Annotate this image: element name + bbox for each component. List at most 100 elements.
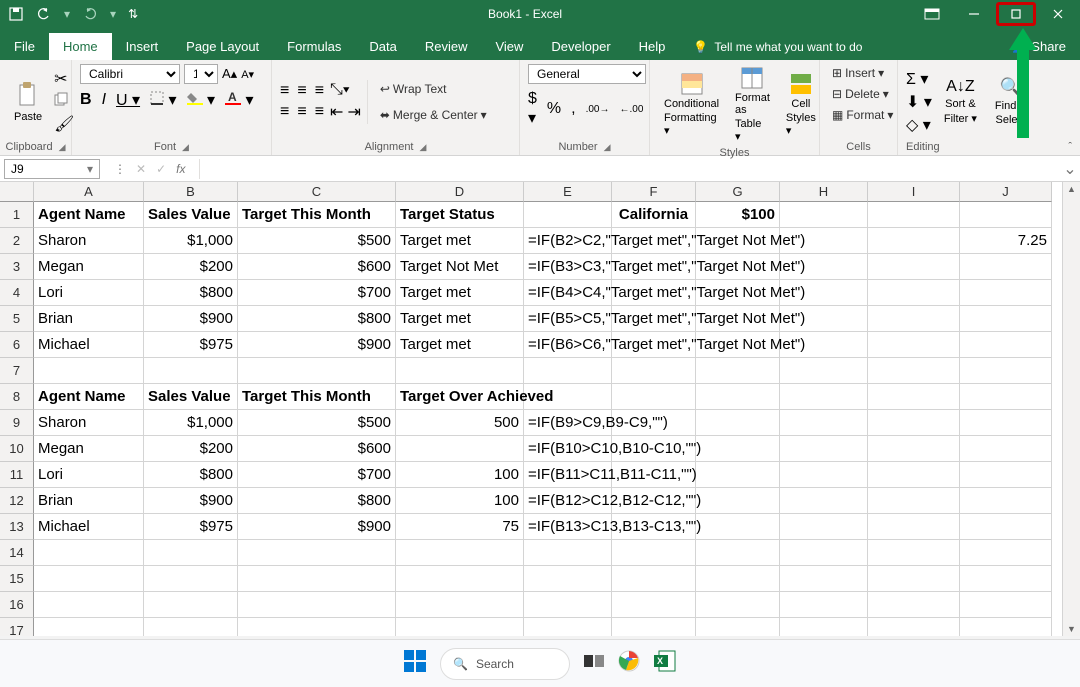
cell[interactable] [868, 618, 960, 636]
tab-developer[interactable]: Developer [537, 33, 624, 60]
cell[interactable]: Brian [34, 488, 144, 514]
cell[interactable]: =IF(B9>C9,B9-C9,"") [524, 410, 612, 436]
cell[interactable] [396, 566, 524, 592]
column-header[interactable]: H [780, 182, 868, 202]
cell[interactable] [144, 618, 238, 636]
row-header[interactable]: 4 [0, 280, 34, 306]
row-header[interactable]: 8 [0, 384, 34, 410]
accounting-currency-icon[interactable]: $ ▾ [528, 90, 537, 128]
cell[interactable]: $800 [144, 462, 238, 488]
cell[interactable] [612, 566, 696, 592]
row-header[interactable]: 13 [0, 514, 34, 540]
cell[interactable] [780, 592, 868, 618]
row-header[interactable]: 14 [0, 540, 34, 566]
row-header[interactable]: 10 [0, 436, 34, 462]
cell[interactable]: =IF(B11>C11,B11-C11,"") [524, 462, 612, 488]
cell[interactable]: Target Status [396, 202, 524, 228]
row-header[interactable]: 5 [0, 306, 34, 332]
cell[interactable]: $900 [144, 488, 238, 514]
maximize-icon[interactable] [996, 2, 1036, 26]
cell[interactable] [868, 410, 960, 436]
cell[interactable] [696, 462, 780, 488]
cell[interactable] [34, 592, 144, 618]
increase-decimal-icon[interactable]: .00→ [586, 104, 610, 115]
cell[interactable]: $200 [144, 254, 238, 280]
decrease-decimal-icon[interactable]: ←.00 [620, 104, 644, 115]
cell[interactable]: Lori [34, 280, 144, 306]
cell[interactable] [868, 254, 960, 280]
cell[interactable] [960, 462, 1052, 488]
cell[interactable] [960, 384, 1052, 410]
cell[interactable] [34, 540, 144, 566]
cell[interactable] [238, 540, 396, 566]
row-header[interactable]: 9 [0, 410, 34, 436]
cell[interactable] [696, 514, 780, 540]
cell[interactable] [696, 436, 780, 462]
cell[interactable]: =IF(B4>C4,"Target met","Target Not Met") [524, 280, 612, 306]
format-as-table-button[interactable]: Format asTable ▾ [729, 64, 776, 145]
cell[interactable]: =IF(B6>C6,"Target met","Target Not Met") [524, 332, 612, 358]
cell[interactable]: Megan [34, 436, 144, 462]
comma-icon[interactable]: , [571, 100, 575, 118]
increase-font-icon[interactable]: A▴ [222, 66, 237, 82]
autosum-icon[interactable]: Σ ▾ [906, 69, 932, 89]
cell[interactable] [960, 618, 1052, 636]
redo-icon[interactable] [82, 6, 98, 22]
cell[interactable]: =IF(B12>C12,B12-C12,"") [524, 488, 612, 514]
cell[interactable] [238, 358, 396, 384]
row-header[interactable]: 15 [0, 566, 34, 592]
cell[interactable]: California [612, 202, 696, 228]
collapse-ribbon-icon[interactable]: ˆ [1068, 141, 1072, 153]
undo-icon[interactable] [36, 6, 52, 22]
cell[interactable] [238, 618, 396, 636]
cell[interactable] [868, 306, 960, 332]
cell[interactable] [868, 488, 960, 514]
row-header[interactable]: 6 [0, 332, 34, 358]
cell[interactable] [144, 566, 238, 592]
increase-indent-icon[interactable]: ⇥ [347, 102, 360, 122]
save-icon[interactable] [8, 6, 24, 22]
cell[interactable] [780, 358, 868, 384]
cell[interactable]: $900 [238, 332, 396, 358]
column-header[interactable]: J [960, 182, 1052, 202]
cell[interactable] [524, 202, 612, 228]
cell[interactable] [868, 540, 960, 566]
cell[interactable]: $200 [144, 436, 238, 462]
underline-button[interactable]: U ▾ [116, 90, 140, 110]
cell[interactable]: $700 [238, 280, 396, 306]
cell[interactable]: $600 [238, 254, 396, 280]
cell[interactable]: Target Not Met [396, 254, 524, 280]
percent-icon[interactable]: % [547, 100, 561, 118]
cell[interactable] [780, 436, 868, 462]
cell[interactable]: Brian [34, 306, 144, 332]
tab-view[interactable]: View [481, 33, 537, 60]
cell[interactable] [34, 566, 144, 592]
cell[interactable] [524, 540, 612, 566]
cell[interactable]: Target met [396, 228, 524, 254]
cell[interactable]: $1,000 [144, 228, 238, 254]
cell[interactable] [396, 592, 524, 618]
cell[interactable]: $100 [696, 202, 780, 228]
cell[interactable]: Agent Name [34, 384, 144, 410]
cell[interactable] [868, 280, 960, 306]
font-name-select[interactable]: Calibri [80, 64, 180, 84]
cell[interactable] [780, 410, 868, 436]
row-header[interactable]: 17 [0, 618, 34, 636]
cell[interactable]: $700 [238, 462, 396, 488]
cell[interactable] [868, 228, 960, 254]
cell[interactable] [868, 514, 960, 540]
cell[interactable]: Sharon [34, 410, 144, 436]
cancel-formula-icon[interactable]: ✕ [136, 162, 146, 176]
cell[interactable] [960, 514, 1052, 540]
cell[interactable] [960, 202, 1052, 228]
cell[interactable] [612, 358, 696, 384]
cell[interactable] [396, 540, 524, 566]
tab-review[interactable]: Review [411, 33, 482, 60]
cell[interactable] [960, 592, 1052, 618]
tab-file[interactable]: File [0, 33, 49, 60]
cell[interactable]: $500 [238, 228, 396, 254]
cell[interactable] [696, 384, 780, 410]
cell[interactable]: Sales Value [144, 202, 238, 228]
windows-start-icon[interactable] [404, 650, 426, 677]
cell[interactable] [396, 358, 524, 384]
